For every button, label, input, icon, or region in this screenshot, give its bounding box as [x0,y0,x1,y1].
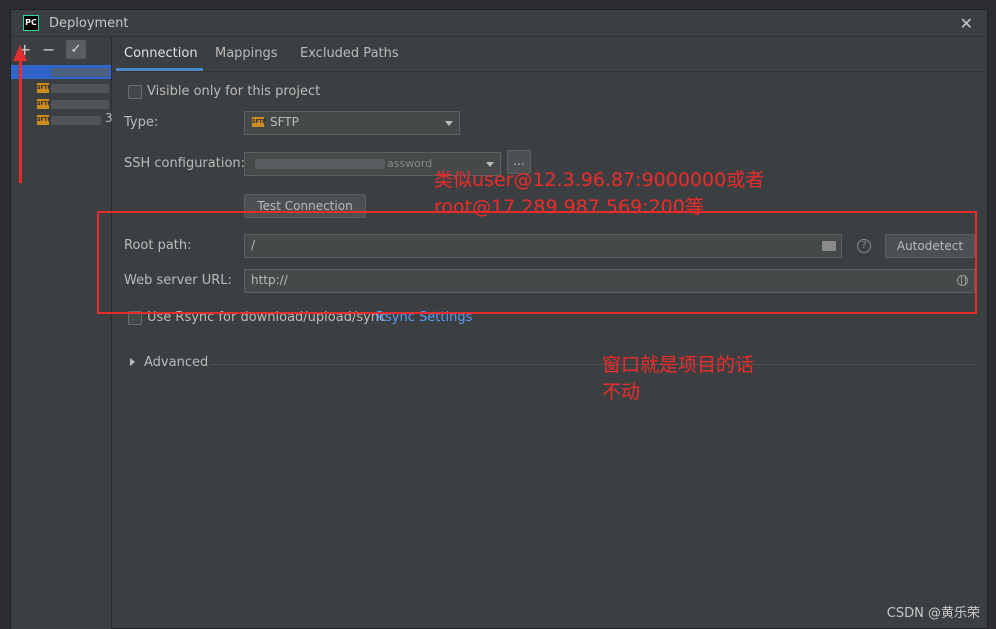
title-bar: PC Deployment ✕ [11,10,987,37]
server-list-item-selected[interactable] [11,65,111,79]
chevron-down-icon [445,121,453,126]
type-value: SFTP [270,115,299,129]
server-list-sidebar: + − ✓ SFTP SFTP SFTP 3 [11,37,113,629]
close-icon[interactable]: ✕ [960,14,973,33]
ssh-configuration-label: SSH configuration: [124,156,246,171]
tab-excluded-paths[interactable]: Excluded Paths [300,46,399,61]
annotation-text-2: root@17.289.987.569:200等 [434,196,704,218]
tab-connection[interactable]: Connection [124,46,198,61]
remove-server-button[interactable]: − [42,40,55,59]
annotation-text-4: 不动 [602,381,641,403]
annotation-text-1: 类似user@12.3.96.87:9000000或者 [434,169,765,191]
server-name-redacted [51,116,101,125]
active-tab-indicator [116,68,203,71]
server-list-item[interactable]: SFTP [11,97,111,111]
annotation-arrow-shaft [19,58,22,183]
advanced-separator [210,364,977,365]
tab-bar: Connection Mappings Excluded Paths [112,37,987,72]
visible-only-checkbox[interactable] [128,85,142,99]
sftp-icon: SFTP [37,83,52,93]
server-name-redacted [51,100,109,109]
sftp-icon: SFTP [252,117,267,127]
advanced-section-label[interactable]: Advanced [144,355,208,370]
chevron-down-icon [486,162,494,167]
ssh-config-redacted [255,159,385,169]
visible-only-label: Visible only for this project [147,84,321,99]
type-select[interactable]: SFTP SFTP [244,111,460,135]
server-name-redacted [51,84,109,93]
server-list-item[interactable]: SFTP 3 [11,111,113,127]
dialog-title: Deployment [49,16,129,31]
server-name-redacted [51,68,109,77]
annotation-highlight-box [97,211,977,314]
type-label: Type: [124,115,159,130]
server-list-item[interactable]: SFTP [11,81,111,95]
sftp-icon: SFTP [37,115,52,125]
deployment-dialog: PC Deployment ✕ + − ✓ SFTP SFTP SFTP 3 C… [10,9,988,629]
tab-mappings[interactable]: Mappings [215,46,278,61]
annotation-text-3: 窗口就是项目的话 [602,354,755,376]
sftp-icon: SFTP [37,99,52,109]
ssh-config-suffix: assword [387,157,433,170]
connection-panel: Connection Mappings Excluded Paths Visib… [112,37,987,629]
pycharm-app-icon: PC [23,15,39,31]
csdn-watermark: CSDN @黄乐荣 [886,606,980,621]
expand-advanced-icon[interactable] [130,358,135,366]
set-default-button[interactable]: ✓ [66,40,86,59]
